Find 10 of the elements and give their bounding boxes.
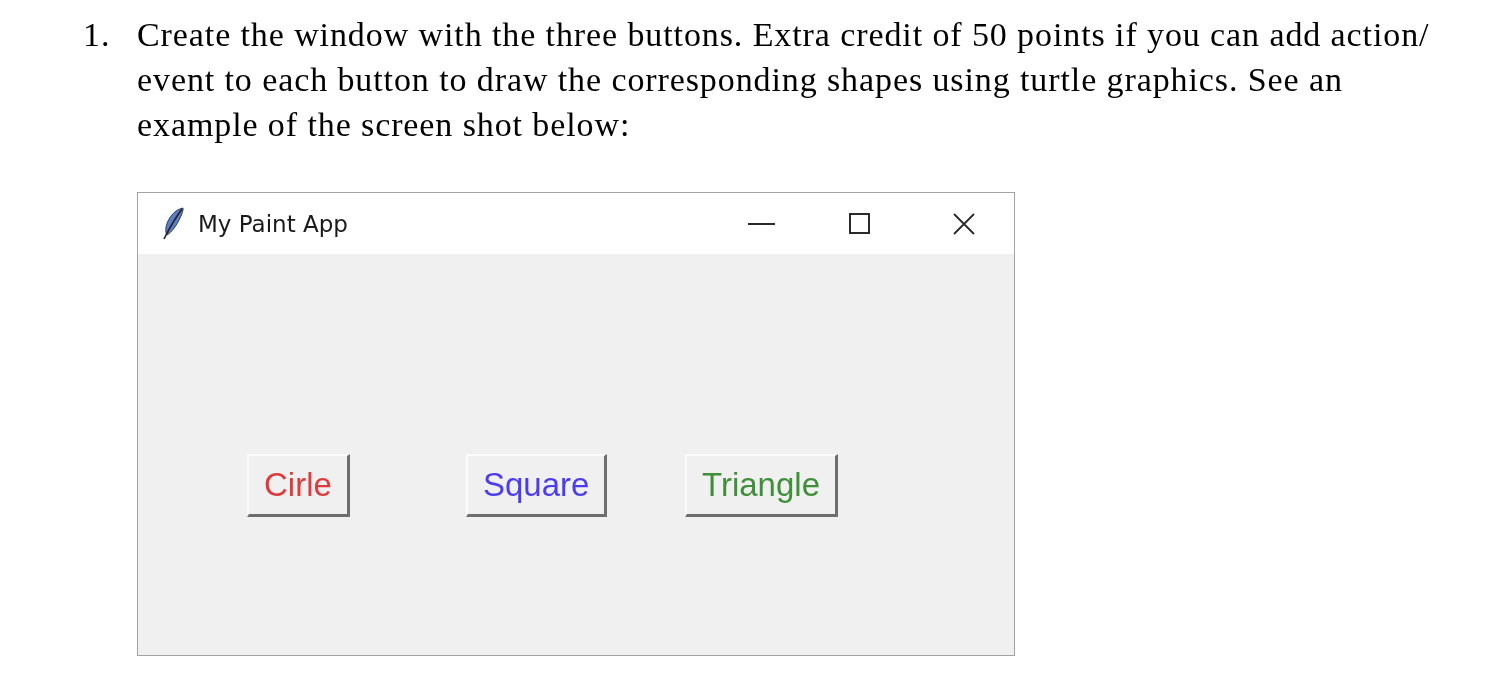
shape-button[interactable]: Triangle [685,454,838,517]
list-number: 1. [83,15,112,55]
feather-icon [162,207,185,240]
minimize-icon[interactable] [748,222,775,225]
question-text: Create the window with the three buttons. Extra credit of 50 points if you can add action/ event to each button to draw the corresponding shapes using turtle graphics. See an example of the screen shot below: [137,15,1431,145]
shape-button[interactable]: Cirle [247,454,350,517]
shape-button[interactable]: Square [466,454,608,517]
close-icon[interactable] [953,212,975,235]
window-title: My Paint App [198,210,348,237]
maximize-icon[interactable] [849,213,870,234]
